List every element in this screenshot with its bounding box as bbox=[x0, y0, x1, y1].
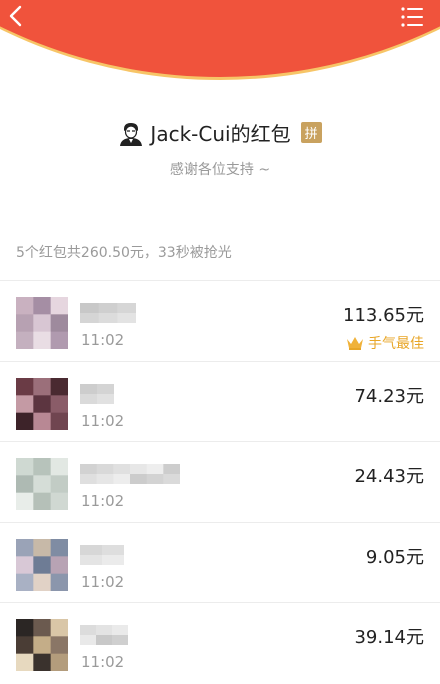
list-menu-icon bbox=[401, 7, 423, 27]
record-list: 11:02 113.65元 手气最佳 11:02 74.23元 11:02 24.43元 11… bbox=[0, 280, 440, 684]
grab-time: 11:02 bbox=[81, 653, 125, 671]
record-row[interactable]: 11:02 74.23元 bbox=[0, 362, 440, 442]
header bbox=[0, 0, 440, 90]
avatar[interactable] bbox=[16, 458, 68, 510]
best-luck-badge: 手气最佳 bbox=[346, 333, 424, 353]
avatar[interactable] bbox=[16, 538, 68, 591]
grab-time: 11:02 bbox=[81, 492, 125, 510]
nickname-mosaic bbox=[80, 625, 128, 645]
grab-time: 11:02 bbox=[81, 411, 125, 430]
back-button[interactable] bbox=[2, 2, 28, 30]
grab-time: 11:02 bbox=[81, 572, 125, 591]
record-row[interactable]: 11:02 39.14元 bbox=[0, 603, 440, 684]
chevron-left-icon bbox=[9, 5, 22, 27]
record-row[interactable]: 11:02 113.65元手气最佳 bbox=[0, 281, 440, 362]
menu-button[interactable] bbox=[400, 5, 426, 29]
wishes-text: 感谢各位支持 ~ bbox=[169, 162, 271, 178]
best-luck-label: 手气最佳 bbox=[368, 336, 424, 352]
amount: 113.65元 bbox=[343, 305, 424, 326]
record-row[interactable]: 11:02 24.43元 bbox=[0, 442, 440, 523]
nickname-mosaic bbox=[80, 544, 124, 565]
nickname-mosaic bbox=[80, 303, 136, 323]
summary-text: 5个红包共260.50元，33秒被抢光 bbox=[16, 245, 232, 261]
nickname-mosaic bbox=[80, 383, 114, 404]
red-arc-background bbox=[0, 0, 440, 80]
person-avatar-icon bbox=[120, 122, 143, 146]
grab-time: 11:02 bbox=[81, 331, 125, 349]
amount: 39.14元 bbox=[354, 627, 424, 648]
crown-icon bbox=[347, 337, 363, 350]
amount: 74.23元 bbox=[354, 385, 424, 407]
sender-name: Jack-Cui的红包 bbox=[150, 122, 291, 146]
avatar[interactable] bbox=[16, 619, 68, 671]
pin-badge: 拼 bbox=[300, 122, 322, 143]
avatar[interactable] bbox=[16, 297, 68, 349]
amount: 9.05元 bbox=[365, 546, 424, 568]
sender-row: Jack-Cui的红包 拼 bbox=[0, 118, 440, 147]
record-row[interactable]: 11:02 9.05元 bbox=[0, 523, 440, 603]
nickname-mosaic bbox=[80, 464, 180, 484]
avatar[interactable] bbox=[16, 377, 68, 430]
amount: 24.43元 bbox=[354, 466, 424, 487]
